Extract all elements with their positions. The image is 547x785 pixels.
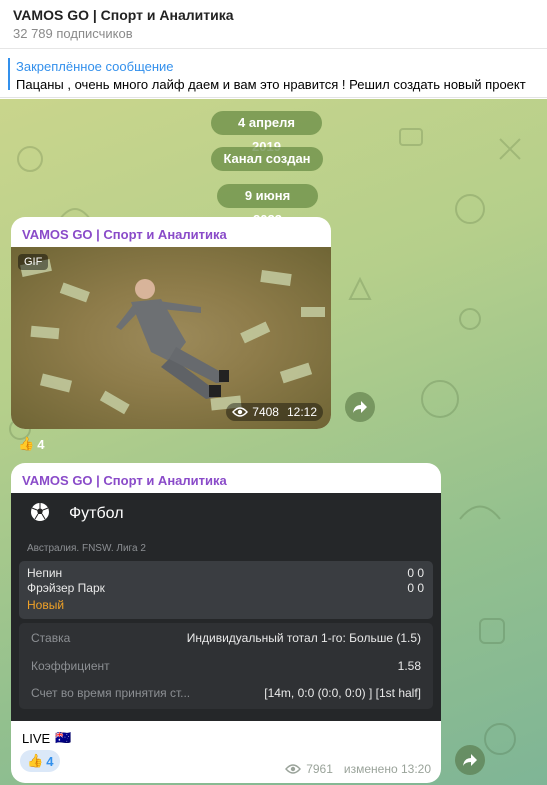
team-home-score: 0 0 xyxy=(407,566,424,580)
sport-title: Футбол xyxy=(69,505,124,522)
team-away: Фрэйзер Парк xyxy=(27,581,105,595)
soccer-ball-icon xyxy=(31,503,49,521)
caption-text: LIVE xyxy=(22,730,51,746)
edited-time: изменено 13:20 xyxy=(343,762,431,776)
reaction-chip[interactable]: 👍 4 xyxy=(20,750,61,772)
channel-header[interactable]: VAMOS GO | Спорт и Аналитика 32 789 подп… xyxy=(0,0,547,49)
gif-media[interactable]: GIF 7408 12:12 xyxy=(11,247,331,429)
team-home: Непин xyxy=(27,566,63,580)
reaction-count: 4 xyxy=(37,436,45,452)
subscriber-count: 32 789 подписчиков xyxy=(13,26,133,41)
gif-badge: GIF xyxy=(18,254,49,270)
bet-card-image[interactable]: Футбол Австралия. FNSW. Лига 2 Непин 0 0… xyxy=(11,493,441,721)
bet-details-panel: Ставка Индивидуальный тотал 1-го: Больше… xyxy=(19,623,433,709)
message-sender[interactable]: VAMOS GO | Спорт и Аналитика xyxy=(22,473,227,488)
bet-row-label: Коэффициент xyxy=(31,659,110,673)
message-meta: 7408 12:12 xyxy=(226,403,323,421)
thumbs-up-icon: 👍 xyxy=(27,753,44,768)
thumbs-up-icon: 👍 xyxy=(18,436,35,451)
match-panel: Непин 0 0 Фрэйзер Парк 0 0 Новый xyxy=(19,561,433,619)
league-name: Австралия. FNSW. Лига 2 xyxy=(27,543,146,554)
bet-row-label: Ставка xyxy=(31,631,71,645)
share-button[interactable] xyxy=(345,392,375,422)
chat-area[interactable]: 4 апреля 2019 Канал создан 9 июня 2023 V… xyxy=(0,99,547,785)
bet-row: Счет во время принятия ст... [14m, 0:0 (… xyxy=(19,680,433,708)
message-sender[interactable]: VAMOS GO | Спорт и Аналитика xyxy=(22,227,227,242)
eye-icon xyxy=(285,764,302,774)
reaction-count: 4 xyxy=(46,753,54,769)
bet-row-value: Индивидуальный тотал 1-го: Больше (1.5) xyxy=(186,631,421,645)
gif-preview-image xyxy=(20,259,325,415)
reaction-chip[interactable]: 👍 4 xyxy=(11,433,51,455)
pinned-text: Пацаны , очень много лайф даем и вам это… xyxy=(16,77,526,92)
message-time: 12:12 xyxy=(286,405,317,419)
bet-row: Ставка Индивидуальный тотал 1-го: Больше… xyxy=(19,625,433,653)
channel-created-notice: Канал создан xyxy=(211,147,323,171)
team-away-score: 0 0 xyxy=(407,581,424,595)
message-bubble[interactable]: VAMOS GO | Спорт и Аналитика Футбол Авст… xyxy=(11,463,441,783)
pinned-accent-bar xyxy=(8,58,10,90)
eye-icon xyxy=(232,407,249,417)
view-count: 7408 xyxy=(252,405,279,419)
bet-status: Новый xyxy=(27,598,65,612)
pinned-message-bar[interactable]: Закреплённое сообщение Пацаны , очень мн… xyxy=(0,50,547,98)
bet-row-value: [14m, 0:0 (0:0, 0:0) ] [1st half] xyxy=(264,686,421,700)
message-bubble[interactable]: VAMOS GO | Спорт и Аналитика GIF 7408 12… xyxy=(11,217,331,429)
message-meta: 7961 изменено 13:20 xyxy=(285,762,431,776)
channel-title[interactable]: VAMOS GO | Спорт и Аналитика xyxy=(13,7,234,23)
bet-row-label: Счет во время принятия ст... xyxy=(31,686,191,700)
view-count: 7961 xyxy=(306,762,333,776)
message-caption: LIVE 🇦🇺 xyxy=(22,730,71,746)
bet-row: Коэффициент 1.58 xyxy=(19,653,433,681)
share-icon xyxy=(463,754,477,766)
pinned-label: Закреплённое сообщение xyxy=(16,59,174,74)
share-button[interactable] xyxy=(455,745,485,775)
share-icon xyxy=(353,401,367,413)
bet-row-value: 1.58 xyxy=(397,659,421,673)
australia-flag-icon: 🇦🇺 xyxy=(55,730,72,745)
date-separator: 4 апреля 2019 xyxy=(211,111,322,154)
date-separator: 9 июня 2023 xyxy=(217,184,318,227)
